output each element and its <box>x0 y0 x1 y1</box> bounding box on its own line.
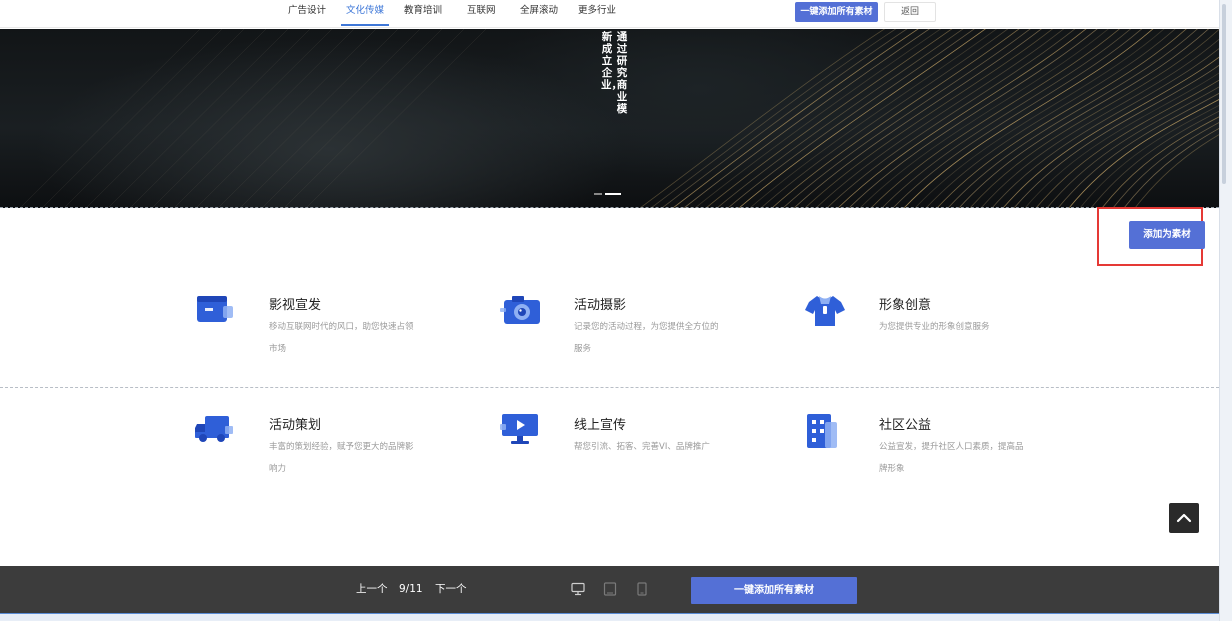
banner-wave-line <box>947 29 1198 208</box>
banner-wave-line <box>991 48 1219 208</box>
service-title: 活动策划 <box>269 418 322 433</box>
banner-wave-line <box>958 29 1209 208</box>
banner-vertical-text-1: 通过研究商业模 <box>616 31 628 115</box>
service-description: 丰富的策划经验，赋予您更大的品牌影响力 <box>269 442 414 474</box>
banner-wave-line <box>63 29 245 208</box>
carousel-dots <box>594 183 624 202</box>
next-button[interactable]: 下一个 <box>435 566 467 613</box>
window-bottom-edge <box>0 613 1219 621</box>
banner-wave-line <box>85 29 267 208</box>
banner-wave-line <box>283 29 465 208</box>
tshirt-icon <box>805 296 845 326</box>
video-wallet-icon <box>197 296 233 322</box>
banner-wave-line <box>305 29 487 208</box>
add-all-materials-bottom-button[interactable]: 一键添加所有素材 <box>691 577 857 604</box>
banner-wave-line <box>239 29 421 208</box>
service-card[interactable]: 线上宣传 帮您引流、拓客、完善VI、品牌推广 <box>500 414 800 494</box>
banner-wave-line <box>261 29 443 208</box>
service-card[interactable]: 影视宣发 移动互联网时代的风口，助您快速占领市场 <box>195 294 495 374</box>
add-as-material-button[interactable]: 添加为素材 <box>1129 221 1205 249</box>
chevron-up-icon <box>1176 513 1192 523</box>
service-title: 社区公益 <box>879 418 932 433</box>
banner-wave-line <box>738 29 986 208</box>
service-card[interactable]: 活动策划 丰富的策划经验，赋予您更大的品牌影响力 <box>195 414 495 494</box>
banner-wave-line <box>107 29 289 208</box>
top-nav: 广告设计 文化传媒 教育培训 互联网 全屏滚动 更多行业 一键添加所有素材 返回 <box>0 0 1219 28</box>
banner-wave-line <box>195 29 377 208</box>
banner-wave-line <box>870 29 1120 208</box>
banner-wave-line <box>1068 99 1219 208</box>
add-all-materials-button[interactable]: 一键添加所有素材 <box>795 2 878 22</box>
banner-wave-line <box>151 29 333 208</box>
back-button[interactable]: 返回 <box>884 2 936 22</box>
banner-wave-line <box>815 29 1065 208</box>
desktop-icon[interactable] <box>571 582 585 596</box>
tablet-icon[interactable] <box>603 582 617 596</box>
banner-vertical-text-2: 新成立企业， <box>601 31 622 91</box>
banner-wave-line <box>881 29 1132 208</box>
bottom-toolbar: 上一个 9/11 下一个 一键添加所有素材 <box>0 566 1219 613</box>
service-description: 移动互联网时代的风口，助您快速占领市场 <box>269 322 414 354</box>
banner-wave-line <box>129 29 311 208</box>
banner-wave-line <box>859 29 1109 208</box>
banner-wave-line <box>19 29 201 208</box>
nav-item-internet[interactable]: 互联网 <box>467 0 496 26</box>
service-description: 为您提供专业的形象创意服务 <box>879 322 990 332</box>
service-title: 活动摄影 <box>574 298 627 313</box>
nav-item-education[interactable]: 教育培训 <box>404 0 442 26</box>
carousel-dot-1[interactable] <box>594 192 602 195</box>
banner-wave-line <box>173 29 355 208</box>
truck-icon <box>195 416 233 442</box>
nav-item-culture-media[interactable]: 文化传媒 <box>341 0 390 26</box>
banner-wave-line <box>826 29 1076 208</box>
service-title: 影视宣发 <box>269 298 322 313</box>
service-description: 记录您的活动过程，为您提供全方位的服务 <box>574 322 719 354</box>
banner-wave-line <box>749 29 998 208</box>
banner-wave-line <box>1013 64 1219 208</box>
service-title: 线上宣传 <box>574 418 627 433</box>
service-card[interactable]: 社区公益 公益宣发，提升社区人口素质，提高品牌形象 <box>805 414 1105 494</box>
carousel-dot-2[interactable] <box>605 192 621 195</box>
camera-icon <box>500 296 540 324</box>
banner-wave-line <box>1101 116 1219 208</box>
banner-wave-line <box>1024 72 1219 208</box>
mobile-icon[interactable] <box>636 582 648 596</box>
prev-button[interactable]: 上一个 <box>356 566 388 613</box>
banner-wave-line <box>41 29 223 208</box>
page-frame: 广告设计 文化传媒 教育培训 互联网 全屏滚动 更多行业 一键添加所有素材 返回… <box>0 0 1219 613</box>
building-icon <box>807 414 837 448</box>
nav-item-more-industries[interactable]: 更多行业 <box>578 0 616 26</box>
vertical-scrollbar[interactable] <box>1219 0 1232 621</box>
service-description: 公益宣发，提升社区人口素质，提高品牌形象 <box>879 442 1024 474</box>
nav-item-ad-design[interactable]: 广告设计 <box>288 0 326 26</box>
banner-wave-line <box>217 29 399 208</box>
hero-banner: 通过研究商业模 新成立企业， <box>0 29 1219 208</box>
back-to-top-button[interactable] <box>1169 503 1199 533</box>
section-divider <box>0 387 1219 388</box>
page-indicator: 9/11 <box>399 583 423 595</box>
service-card[interactable]: 活动摄影 记录您的活动过程，为您提供全方位的服务 <box>500 294 800 374</box>
service-title: 形象创意 <box>879 298 932 313</box>
banner-wave-line <box>672 29 919 208</box>
banner-wave-line <box>848 29 1098 208</box>
banner-wave-line <box>837 29 1087 208</box>
scrollbar-thumb[interactable] <box>1222 4 1226 184</box>
banner-selection-edge <box>0 207 1219 208</box>
monitor-play-icon <box>500 414 538 444</box>
banner-wave-line <box>1090 110 1219 208</box>
service-description: 帮您引流、拓客、完善VI、品牌推广 <box>574 442 710 452</box>
service-card[interactable]: 形象创意 为您提供专业的形象创意服务 <box>805 294 1105 374</box>
nav-item-fullscreen-scroll[interactable]: 全屏滚动 <box>520 0 558 26</box>
